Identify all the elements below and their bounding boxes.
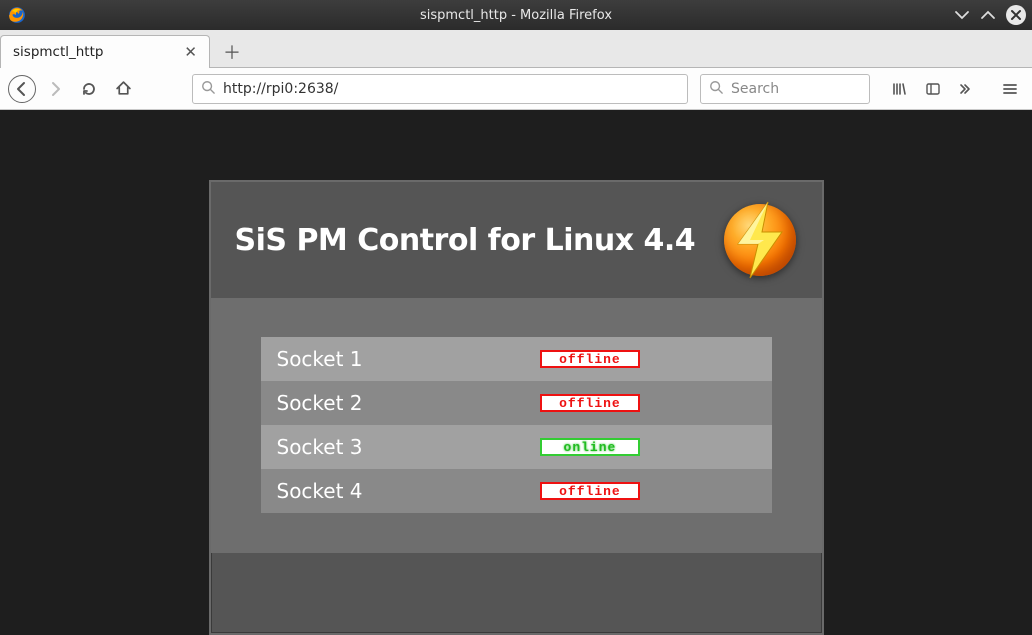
url-text: http://rpi0:2638/ (223, 81, 679, 97)
window-title: sispmctl_http - Mozilla Firefox (420, 8, 612, 23)
tab-strip: sispmctl_http ✕ ＋ (0, 30, 1032, 68)
socket-name: Socket 2 (277, 391, 540, 415)
sidebar-icon[interactable] (918, 74, 948, 104)
control-panel: SiS PM Control for Linux 4.4 Socket 1 of… (209, 180, 824, 635)
search-icon (709, 80, 723, 98)
maximize-icon[interactable] (980, 7, 996, 23)
new-tab-button[interactable]: ＋ (216, 37, 248, 67)
browser-tab[interactable]: sispmctl_http ✕ (0, 35, 210, 68)
status-badge: offline (540, 482, 640, 500)
back-button[interactable] (8, 75, 36, 103)
tab-close-icon[interactable]: ✕ (180, 43, 201, 62)
window-titlebar: sispmctl_http - Mozilla Firefox (0, 0, 1032, 30)
socket-name: Socket 3 (277, 435, 540, 459)
firefox-icon (8, 6, 26, 24)
socket-row[interactable]: Socket 2 offline (261, 381, 772, 425)
tab-label: sispmctl_http (13, 44, 172, 60)
reload-button[interactable] (74, 74, 104, 104)
socket-table: Socket 1 offline Socket 2 offline Socket… (261, 337, 772, 513)
socket-row[interactable]: Socket 4 offline (261, 469, 772, 513)
socket-name: Socket 1 (277, 347, 540, 371)
search-icon (201, 79, 215, 98)
lightning-icon (720, 200, 800, 280)
library-icon[interactable] (884, 74, 914, 104)
search-bar[interactable]: Search (700, 74, 870, 104)
forward-button[interactable] (40, 74, 70, 104)
search-placeholder: Search (731, 81, 779, 97)
socket-row[interactable]: Socket 3 online (261, 425, 772, 469)
minimize-icon[interactable] (954, 7, 970, 23)
nav-toolbar: http://rpi0:2638/ Search (0, 68, 1032, 110)
socket-name: Socket 4 (277, 479, 540, 503)
url-bar[interactable]: http://rpi0:2638/ (192, 74, 688, 104)
hamburger-menu-button[interactable] (996, 75, 1024, 103)
status-badge: offline (540, 350, 640, 368)
close-window-button[interactable] (1006, 5, 1026, 25)
socket-row[interactable]: Socket 1 offline (261, 337, 772, 381)
status-badge: offline (540, 394, 640, 412)
home-button[interactable] (108, 74, 138, 104)
status-badge: online (540, 438, 640, 456)
panel-title: SiS PM Control for Linux 4.4 (235, 223, 696, 258)
overflow-icon[interactable] (952, 74, 982, 104)
page-viewport: SiS PM Control for Linux 4.4 Socket 1 of… (0, 110, 1032, 635)
